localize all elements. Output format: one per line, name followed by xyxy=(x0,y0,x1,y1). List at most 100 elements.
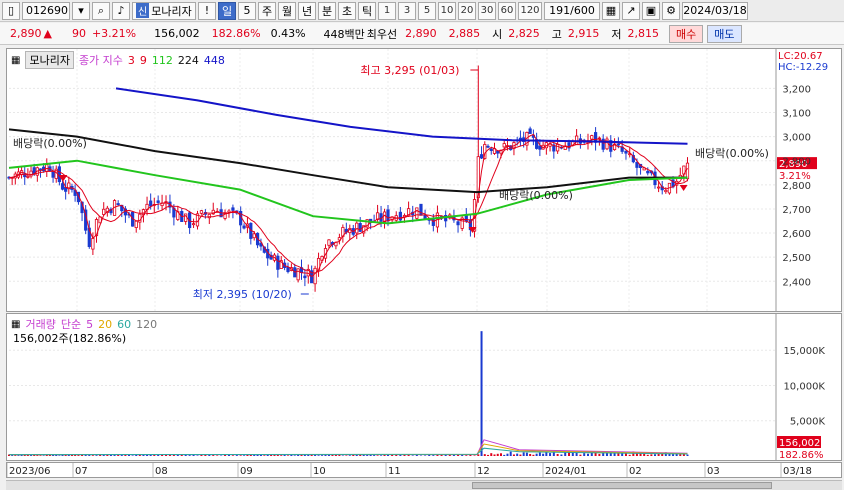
volume-chart-svg[interactable]: 5,000K 10,000K 15,000K 156,002182.86% xyxy=(7,314,841,460)
volume-bar xyxy=(253,454,256,456)
best-quote-label: 최우선 xyxy=(366,27,398,41)
volume-bar xyxy=(180,455,183,456)
volume-bar xyxy=(14,455,17,456)
sell-button[interactable]: 매도 xyxy=(707,24,742,43)
stock-code-input[interactable]: 012690 xyxy=(22,1,70,20)
volume-bar xyxy=(235,455,238,456)
volume-tick-label: 5,000K xyxy=(790,417,826,428)
trend-icon[interactable]: ↗ xyxy=(622,1,640,20)
candle-body xyxy=(415,207,419,219)
sound-icon[interactable]: ♪ xyxy=(112,1,130,20)
volume-bar xyxy=(686,454,689,456)
bar-count-input[interactable]: 191/600 xyxy=(544,1,600,20)
volume-current-pct-text: 182.86% xyxy=(779,450,824,460)
x-axis-label: 11 xyxy=(388,466,401,477)
candle-body xyxy=(398,211,402,221)
ma-legend-448: 448 xyxy=(203,53,225,67)
gear-icon[interactable]: ⚙ xyxy=(662,1,680,20)
period-month-button[interactable]: 월 xyxy=(278,1,296,20)
candle-body xyxy=(38,168,43,171)
period-tick-button[interactable]: 틱 xyxy=(358,1,376,20)
price-tick-label: 2,600 xyxy=(782,229,811,240)
period-n-input[interactable]: 5 xyxy=(238,1,256,20)
x-axis-label: 03/18 xyxy=(783,466,812,477)
interval-button[interactable]: 1 xyxy=(378,1,396,20)
candle-body xyxy=(57,166,61,183)
volume-bar xyxy=(231,455,234,456)
panel-settings-icon[interactable]: ▦ xyxy=(11,55,20,66)
volume-bar xyxy=(212,455,215,456)
volume-bar xyxy=(535,453,538,456)
price-panel-title[interactable]: 모나리자 xyxy=(25,51,74,69)
candle-body xyxy=(91,237,95,250)
volume-bar xyxy=(575,452,578,456)
x-axis-svg: 2023/06 07 08 09 10 11 12 2024/01 02 03 03/18 xyxy=(6,463,812,477)
search-icon[interactable]: ⌕ xyxy=(92,1,110,20)
volume-current-text: 156,002주(182.86%) xyxy=(13,332,127,345)
code-dropdown-icon[interactable]: ▾ xyxy=(72,1,90,20)
scrollbar-thumb[interactable] xyxy=(472,482,772,489)
date-input[interactable]: 2024/03/18 xyxy=(682,1,748,20)
price-change: 90 xyxy=(71,27,86,40)
volume-bar xyxy=(556,454,559,456)
best-bid: 2,885 xyxy=(448,27,481,40)
layout-icon[interactable]: ▯ xyxy=(2,1,20,20)
stock-name-field[interactable]: 신 모나리자 xyxy=(132,1,196,20)
save-icon[interactable]: ▣ xyxy=(642,1,660,20)
price-tick-label: 2,900 xyxy=(782,157,811,168)
volume-tick-label: 10,000K xyxy=(783,381,825,392)
x-axis-label: 12 xyxy=(477,466,490,477)
ma-legend-9: 9 xyxy=(139,53,147,67)
x-axis-label: 02 xyxy=(629,466,642,477)
volume-bar xyxy=(373,455,376,456)
buy-button[interactable]: 매수 xyxy=(669,24,704,43)
price-panel[interactable]: 최고 3,295 (01/03) 최저 2,395 (10/20) 배당락(0.00… xyxy=(6,48,842,312)
chart-toolbar: ▯ 012690 ▾ ⌕ ♪ 신 모나리자 ! 일 5 주 월 년 분 초 틱 … xyxy=(0,0,844,22)
grid-icon[interactable]: ▦ xyxy=(602,1,620,20)
dividend-annotation: 배당락(0.00%) xyxy=(499,189,573,202)
candle-body xyxy=(355,222,359,234)
period-second-button[interactable]: 초 xyxy=(338,1,356,20)
volume-panel[interactable]: 5,000K 10,000K 15,000K 156,002 182.86% ▦ 거래량… xyxy=(6,313,842,461)
period-day-button[interactable]: 일 xyxy=(218,1,236,20)
candle-body xyxy=(51,171,55,178)
interval-button[interactable]: 20 xyxy=(458,1,476,20)
candle-body xyxy=(616,143,620,146)
volume-pct: 182.86% xyxy=(211,27,261,40)
interval-button[interactable]: 120 xyxy=(518,1,542,20)
panel-settings-icon[interactable]: ▦ xyxy=(11,319,20,330)
low-annotation: 최저 2,395 (10/20) xyxy=(193,288,292,301)
stock-name: 모나리자 xyxy=(151,4,192,18)
volume-bar xyxy=(583,453,586,456)
ma-legend-224: 224 xyxy=(177,53,199,67)
volume-bar xyxy=(519,454,522,456)
chart-scrollbar[interactable] xyxy=(6,480,842,490)
volume-bar xyxy=(58,455,61,456)
volume-current-tag-text: 156,002 xyxy=(779,438,820,449)
period-minute-button[interactable]: 분 xyxy=(318,1,336,20)
volume-bar xyxy=(432,455,435,456)
interval-button[interactable]: 5 xyxy=(418,1,436,20)
candle-body xyxy=(327,239,331,246)
price-chart-svg[interactable]: 최고 3,295 (01/03) 최저 2,395 (10/20) 배당락(0.00… xyxy=(7,49,841,311)
interval-button[interactable]: 60 xyxy=(498,1,516,20)
volume-bar xyxy=(512,454,515,456)
volume-bar xyxy=(317,455,320,456)
volume-bar xyxy=(560,454,563,456)
volume-bar xyxy=(549,453,552,456)
volume-bar xyxy=(270,454,273,456)
candle-body xyxy=(199,210,204,214)
volume-bar xyxy=(36,455,39,456)
volume-bar xyxy=(503,454,506,456)
dividend-annotation: 배당락(0.00%) xyxy=(13,137,87,150)
candle-body xyxy=(590,135,594,140)
period-year-button[interactable]: 년 xyxy=(298,1,316,20)
price-tick-label: 2,800 xyxy=(782,181,811,192)
interval-button[interactable]: 3 xyxy=(398,1,416,20)
interval-button[interactable]: 10 xyxy=(438,1,456,20)
interval-button[interactable]: 30 xyxy=(478,1,496,20)
period-week-button[interactable]: 주 xyxy=(258,1,276,20)
alert-button[interactable]: ! xyxy=(198,1,216,20)
volume-bar xyxy=(493,454,496,456)
candle-body xyxy=(26,175,30,178)
